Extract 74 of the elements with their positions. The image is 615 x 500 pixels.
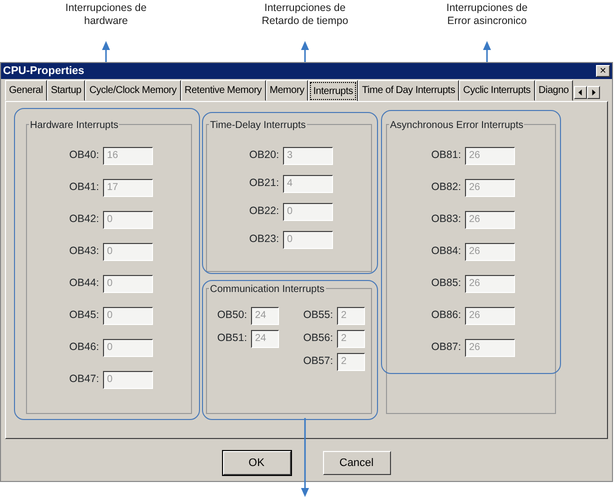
field-label: OB55: [302, 308, 333, 324]
input-field[interactable]: 2 [337, 330, 365, 348]
field-label: OB47: [68, 372, 99, 388]
input-field[interactable]: 0 [103, 275, 153, 293]
tab[interactable]: Retentive Memory [180, 80, 266, 101]
input-field[interactable]: 24 [251, 330, 279, 348]
tab[interactable]: General [5, 80, 47, 101]
input-field[interactable]: 4 [283, 175, 333, 193]
field-label: OB22: [248, 204, 279, 220]
input-field[interactable]: 0 [103, 307, 153, 325]
arrow-up-icon [482, 40, 492, 62]
cancel-button[interactable]: Cancel [322, 451, 390, 475]
tab[interactable]: Memory [266, 80, 308, 101]
input-field[interactable]: 26 [465, 147, 515, 165]
callout-label: Interrupciones de hardware [65, 2, 147, 28]
callout-label: Interrupciones de Error asincronico [446, 2, 528, 28]
field-label: OB20: [248, 148, 279, 164]
input-field[interactable]: 0 [103, 243, 153, 261]
field-label: OB41: [68, 180, 99, 196]
input-field[interactable]: 0 [103, 339, 153, 357]
field-label: OB86: [430, 308, 461, 324]
field-label: OB56: [302, 331, 333, 346]
tab[interactable]: Diagno [534, 80, 573, 101]
arrow-down-icon [300, 418, 310, 498]
field-label: OB21: [248, 176, 279, 192]
field-label: OB42: [68, 212, 99, 228]
field-label: OB51: [216, 331, 247, 346]
input-field[interactable]: 26 [465, 275, 515, 293]
field-label: OB85: [430, 276, 461, 292]
tab[interactable]: Time of Day Interrupts [358, 80, 460, 101]
arrow-up-icon [300, 40, 310, 62]
input-field[interactable]: 26 [465, 179, 515, 197]
input-field[interactable]: 0 [283, 203, 333, 221]
close-button[interactable]: × [596, 65, 610, 77]
input-field[interactable]: 0 [103, 211, 153, 229]
tab[interactable]: Startup [46, 80, 86, 101]
input-field[interactable]: 26 [465, 211, 515, 229]
tab[interactable]: Interrupts [308, 80, 358, 102]
group-title: Asynchronous Error Interrupts [389, 118, 524, 133]
input-field[interactable]: 0 [283, 231, 333, 249]
field-label: OB43: [68, 244, 99, 260]
ok-button[interactable]: OK [222, 451, 290, 475]
input-field[interactable]: 24 [251, 307, 279, 325]
input-field[interactable]: 2 [337, 353, 365, 371]
input-field[interactable]: 0 [103, 371, 153, 389]
field-label: OB57: [302, 354, 333, 370]
window-title: CPU-Properties [3, 64, 84, 79]
group-title: Communication Interrupts [209, 282, 326, 297]
field-label: OB82: [430, 180, 461, 196]
scroll-left-icon[interactable] [574, 86, 587, 99]
callout-label: Interrupciones de Retardo de tiempo [262, 2, 348, 28]
field-label: OB46: [68, 340, 99, 356]
group-title: Time-Delay Interrupts [209, 118, 307, 133]
input-field[interactable]: 3 [283, 147, 333, 165]
input-field[interactable]: 26 [465, 339, 515, 357]
input-field[interactable]: 26 [465, 243, 515, 261]
input-field[interactable]: 16 [103, 147, 153, 165]
field-label: OB44: [68, 276, 99, 292]
field-label: OB87: [430, 340, 461, 356]
tab[interactable]: Cyclic Interrupts [459, 80, 535, 101]
input-field[interactable]: 17 [103, 179, 153, 197]
field-label: OB45: [68, 308, 99, 324]
group-title: Hardware Interrupts [29, 118, 120, 133]
field-label: OB84: [430, 244, 461, 260]
scroll-right-icon[interactable] [586, 86, 600, 99]
arrow-up-icon [101, 40, 111, 62]
field-label: OB50: [216, 308, 247, 324]
field-label: OB81: [430, 148, 461, 164]
field-label: OB83: [430, 212, 461, 228]
tab[interactable]: Cycle/Clock Memory [85, 80, 181, 101]
field-label: OB40: [68, 148, 99, 164]
input-field[interactable]: 26 [465, 307, 515, 325]
field-label: OB23: [248, 232, 279, 248]
input-field[interactable]: 2 [337, 307, 365, 325]
